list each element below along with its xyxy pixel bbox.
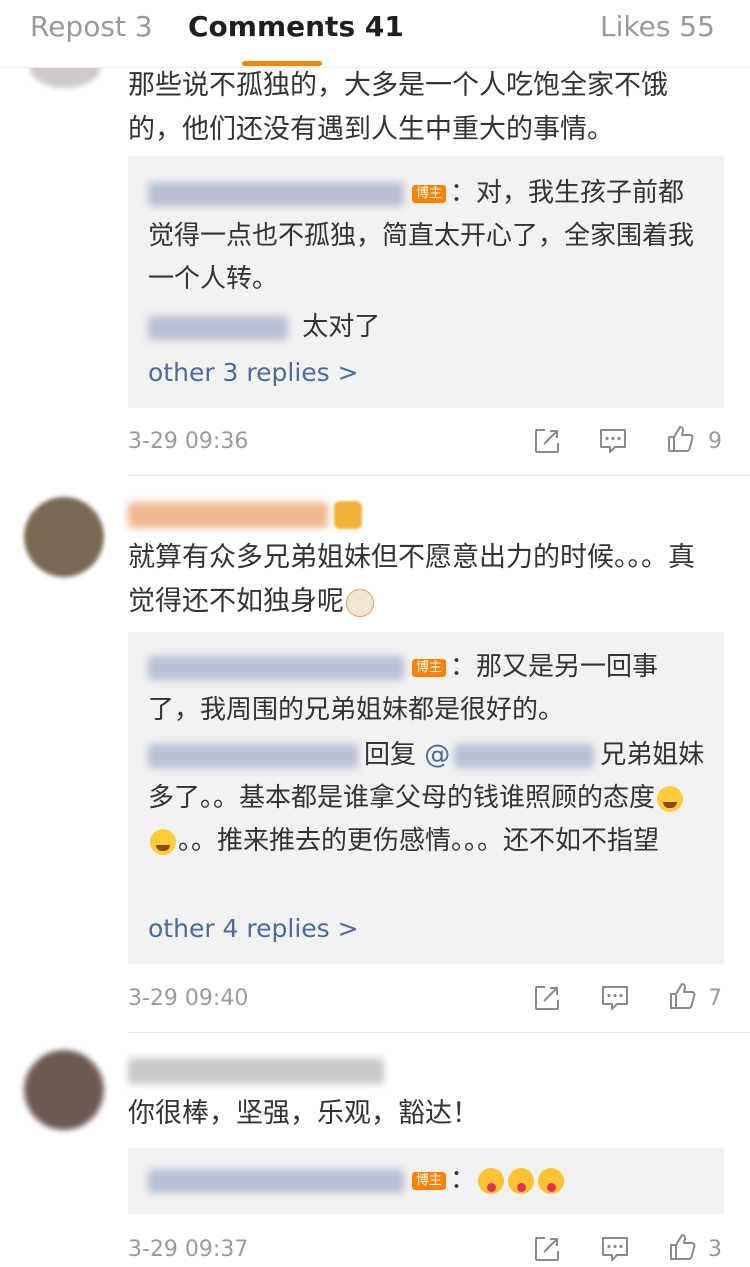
- comment-text-body: 就算有众多兄弟姐妹但不愿意出力的时候。。。真觉得还不如独身呢: [128, 542, 695, 617]
- commenter-name[interactable]: [128, 1058, 384, 1084]
- comment-text: 就算有众多兄弟姐妹但不愿意出力的时候。。。真觉得还不如独身呢: [128, 536, 718, 624]
- reply-item[interactable]: 博主 ：那又是另一回事了，我周围的兄弟姐妹都是很好的。: [148, 646, 708, 732]
- reply-text-cont: 。。推来推去的更伤感情。。。还不如不指望: [178, 826, 660, 856]
- reply-item[interactable]: 博主 ：对，我生孩子前都觉得一点也不孤独，简直太开心了，全家围着我一个人转。: [148, 172, 708, 301]
- like-count: 3: [708, 1237, 722, 1262]
- comment-bubble-icon[interactable]: [600, 983, 630, 1013]
- comment-text: 你很棒，坚强，乐观，豁达！: [128, 1098, 479, 1129]
- blogger-badge: 博主: [412, 658, 447, 677]
- reply-mention[interactable]: @: [424, 740, 450, 770]
- crying-laugh-emoji-icon: [657, 785, 684, 812]
- reply-author-name[interactable]: [148, 315, 288, 340]
- tab-comments[interactable]: Comments 41: [188, 10, 404, 44]
- comment-text: 那些说不孤独的，大多是一个人吃饱全家不饿的，他们还没有遇到人生中重大的事情。: [128, 70, 668, 145]
- share-arrow-icon[interactable]: [532, 426, 562, 456]
- kiss-emoji-icon: [538, 1167, 565, 1194]
- comment-timestamp: 3-29 09:40: [128, 986, 249, 1011]
- comment-bubble-icon[interactable]: [598, 426, 628, 456]
- comment-bubble-icon[interactable]: [600, 1234, 630, 1264]
- reply-box[interactable]: 博主 ：那又是另一回事了，我周围的兄弟姐妹都是很好的。 回复 @ 兄弟姐妹多了。。基…: [128, 632, 724, 964]
- tab-likes[interactable]: Likes 55: [600, 10, 715, 44]
- kiss-emoji-icon: [508, 1167, 535, 1194]
- mentioned-user-name[interactable]: [454, 743, 595, 768]
- like-count: 7: [708, 986, 722, 1011]
- avatar[interactable]: [24, 1050, 104, 1130]
- more-replies-link[interactable]: other 4 replies >: [148, 912, 359, 946]
- thumbs-up-icon[interactable]: [668, 981, 698, 1011]
- kiss-emoji-icon: [478, 1167, 505, 1194]
- reply-item[interactable]: 回复 @ 兄弟姐妹多了。。基本都是谁拿父母的钱谁照顾的态度。。推来推去的更伤感情。…: [148, 734, 708, 863]
- reply-author-name[interactable]: [148, 181, 404, 206]
- reply-item[interactable]: 博主：: [148, 1159, 708, 1202]
- avatar[interactable]: [24, 497, 104, 577]
- thumbs-up-icon[interactable]: [668, 1232, 698, 1262]
- reply-author-name[interactable]: [148, 655, 404, 680]
- tab-repost[interactable]: Repost 3: [30, 10, 153, 44]
- reply-text: 太对了: [302, 312, 381, 342]
- share-arrow-icon[interactable]: [532, 1234, 562, 1264]
- blogger-badge: 博主: [412, 1171, 447, 1190]
- comment-timestamp: 3-29 09:37: [128, 1237, 249, 1262]
- tab-bar-divider: [0, 67, 750, 68]
- tab-bar: Repost 3 Comments 41 Likes 55: [0, 0, 750, 68]
- reply-box[interactable]: 博主 ：对，我生孩子前都觉得一点也不孤独，简直太开心了，全家围着我一个人转。 太对…: [128, 156, 724, 408]
- blogger-badge: 博主: [412, 184, 447, 203]
- crown-badge-icon: [334, 501, 362, 529]
- share-arrow-icon[interactable]: [532, 983, 562, 1013]
- reply-text: ：: [450, 1165, 477, 1195]
- crying-laugh-emoji-icon: [150, 828, 176, 855]
- like-count: 9: [708, 429, 722, 454]
- cat-emoji-icon: [346, 588, 374, 617]
- reply-prefix: 回复: [364, 740, 417, 770]
- active-tab-indicator: [242, 61, 322, 66]
- comment-divider: [128, 1032, 750, 1033]
- thumbs-up-icon[interactable]: [666, 424, 696, 454]
- commenter-name[interactable]: [128, 502, 328, 528]
- comment-timestamp: 3-29 09:36: [128, 429, 249, 454]
- reply-box[interactable]: 博主：: [128, 1148, 724, 1214]
- reply-author-name[interactable]: [148, 1168, 404, 1193]
- comment-divider: [128, 475, 750, 476]
- more-replies-link[interactable]: other 3 replies >: [148, 356, 359, 390]
- reply-author-name[interactable]: [148, 743, 358, 768]
- reply-item[interactable]: 太对了: [148, 306, 708, 349]
